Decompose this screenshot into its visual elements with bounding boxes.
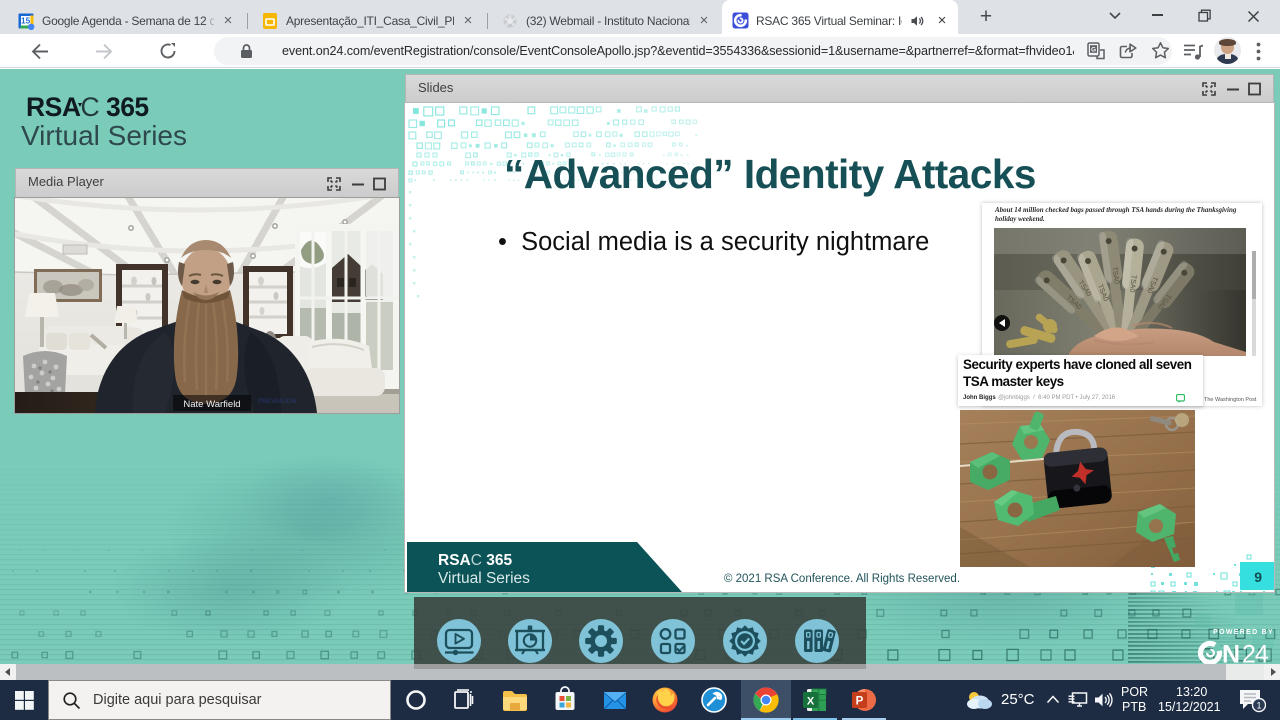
svg-text:24: 24 [1242,641,1269,665]
svg-text:1: 1 [1256,701,1261,711]
svg-text:© 2021 RSA Conference. All Rig: © 2021 RSA Conference. All Rights Reserv… [724,573,960,585]
svg-text:PREVAILION: PREVAILION [258,398,296,405]
svg-text:15: 15 [21,17,31,26]
svg-text:N: N [1222,641,1240,665]
svg-text:RSAC 365: RSAC 365 [438,552,512,569]
svg-text:P: P [856,696,864,708]
svg-text:X: X [807,696,815,708]
svg-text:Virtual Series: Virtual Series [438,570,530,587]
svg-text:G: G [1091,46,1096,53]
svg-text:Nate Warfield: Nate Warfield [183,399,240,410]
svg-text:9: 9 [1254,569,1262,585]
